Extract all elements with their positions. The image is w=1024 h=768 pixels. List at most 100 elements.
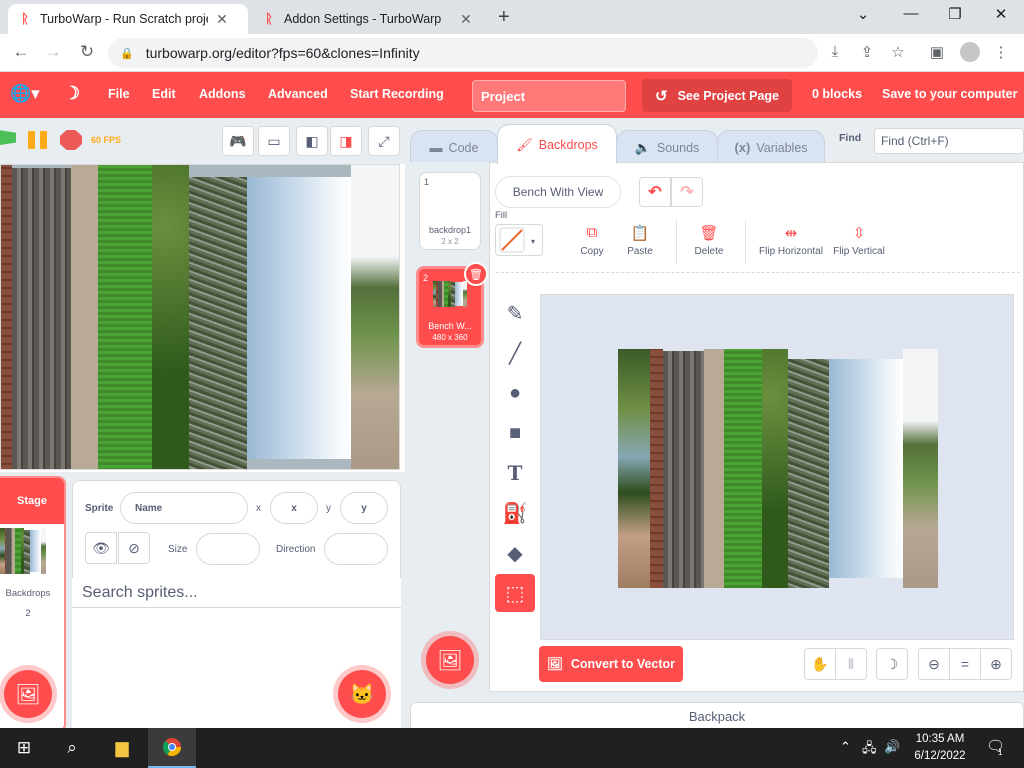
- dark-mode-moon-icon[interactable]: ☽: [876, 648, 908, 680]
- fullscreen-icon[interactable]: ⤢: [368, 126, 400, 156]
- paint-canvas[interactable]: [540, 294, 1014, 640]
- costume-name-input[interactable]: Bench With View: [495, 176, 621, 208]
- show-sprite-eye-icon[interactable]: 👁: [85, 532, 117, 564]
- sprite-x-field[interactable]: x: [270, 492, 318, 524]
- file-explorer-icon[interactable]: ▆: [98, 728, 146, 768]
- menu-save-to-computer[interactable]: Save to your computer: [882, 87, 1017, 101]
- green-flag-icon[interactable]: [0, 130, 16, 146]
- menu-advanced[interactable]: Advanced: [268, 87, 328, 101]
- show-hidden-icons-chevron-icon[interactable]: ⌃: [840, 739, 851, 755]
- choose-backdrop-paint-button[interactable]: 🖼: [426, 636, 474, 684]
- language-globe-icon[interactable]: 🌐▾: [10, 84, 40, 104]
- tab-backdrops[interactable]: 🖌 Backdrops: [497, 124, 617, 164]
- see-project-page-button[interactable]: ↺ See Project Page: [642, 79, 792, 112]
- tab-sounds[interactable]: 🔈 Sounds: [616, 130, 718, 164]
- pause-icon[interactable]: [28, 131, 48, 149]
- volume-icon[interactable]: 🔊: [884, 739, 900, 755]
- undo-icon[interactable]: ↶: [639, 177, 671, 207]
- share-icon[interactable]: ⇪: [856, 43, 878, 61]
- restore-icon[interactable]: ❐: [940, 5, 970, 23]
- flip-horizontal-button[interactable]: ⇹ Flip Horizontal: [756, 224, 826, 257]
- zoom-reset-icon[interactable]: =: [949, 648, 981, 680]
- bookmark-star-icon[interactable]: ☆: [887, 43, 909, 61]
- select-tool-icon[interactable]: ⬚: [495, 574, 535, 612]
- browser-tab-addon-settings[interactable]: ᚱ Addon Settings - TurboWarp ✕: [252, 4, 490, 34]
- fill-label: Fill: [495, 210, 508, 221]
- text-tool-icon[interactable]: T: [495, 454, 535, 492]
- menu-edit[interactable]: Edit: [152, 87, 176, 101]
- theme-moon-icon[interactable]: ☽: [64, 83, 80, 104]
- backdrop-tile[interactable]: 1 backdrop1 2 x 2: [419, 172, 481, 250]
- new-tab-icon[interactable]: +: [498, 6, 510, 29]
- line-tool-icon[interactable]: ╱: [495, 334, 535, 372]
- stage-canvas[interactable]: [0, 164, 400, 470]
- profile-avatar[interactable]: [960, 42, 980, 62]
- size-label: Size: [168, 544, 188, 555]
- sprite-direction-field[interactable]: [324, 533, 388, 565]
- blocks-count: 0 blocks: [812, 87, 863, 101]
- sprite-y-field[interactable]: y: [340, 492, 388, 524]
- choose-backdrop-button[interactable]: 🖼: [4, 670, 52, 718]
- install-app-icon[interactable]: ⤓: [824, 43, 846, 60]
- delete-backdrop-trash-icon[interactable]: 🗑: [464, 262, 488, 286]
- reload-icon[interactable]: ↻: [76, 42, 98, 62]
- close-window-icon[interactable]: ✕: [986, 5, 1016, 23]
- forward-arrow-icon[interactable]: →: [42, 42, 64, 62]
- menu-addons[interactable]: Addons: [199, 87, 246, 101]
- delete-button[interactable]: 🗑 Delete: [690, 224, 728, 257]
- fill-bucket-tool-icon[interactable]: ⛽: [495, 494, 535, 532]
- fill-color-picker[interactable]: ▾: [495, 224, 543, 256]
- close-tab-icon[interactable]: ✕: [458, 11, 474, 28]
- stop-icon[interactable]: [60, 130, 82, 150]
- close-tab-icon[interactable]: ✕: [214, 11, 230, 28]
- tab-search-chevron-icon[interactable]: ⌄: [848, 5, 878, 23]
- menu-file[interactable]: File: [108, 87, 130, 101]
- hide-sprite-eye-slash-icon[interactable]: ⊘: [118, 532, 150, 564]
- redo-icon[interactable]: ↷: [671, 177, 703, 207]
- small-stage-icon[interactable]: ◧: [296, 126, 328, 156]
- flip-vertical-button[interactable]: ⇳ Flip Vertical: [830, 224, 888, 257]
- chrome-taskbar-icon[interactable]: [148, 728, 196, 768]
- choose-sprite-button[interactable]: 🐱: [338, 670, 386, 718]
- chrome-menu-icon[interactable]: ⋮: [990, 43, 1012, 61]
- browser-tab-turbowarp[interactable]: ᚱ TurboWarp - Run Scratch projects ✕: [8, 4, 248, 34]
- turbowarp-favicon-icon: ᚱ: [21, 11, 29, 26]
- windows-start-icon[interactable]: ⊞: [0, 728, 48, 768]
- convert-label: Convert to Vector: [570, 657, 676, 671]
- project-title-input[interactable]: Project: [472, 80, 626, 112]
- zoom-out-icon[interactable]: ⊖: [918, 648, 950, 680]
- brush-tool-icon[interactable]: ✎: [495, 294, 535, 332]
- back-arrow-icon[interactable]: ←: [10, 42, 32, 62]
- zoom-in-icon[interactable]: ⊕: [980, 648, 1012, 680]
- network-icon[interactable]: 🖧: [862, 739, 877, 761]
- sprite-name-field[interactable]: Name: [120, 492, 248, 524]
- menu-start-recording[interactable]: Start Recording: [350, 87, 444, 101]
- find-input[interactable]: Find (Ctrl+F): [874, 128, 1024, 154]
- search-icon[interactable]: ⌕: [48, 728, 96, 768]
- rectangle-tool-icon[interactable]: ■: [495, 414, 535, 452]
- screenshot-icon[interactable]: ▭: [258, 126, 290, 156]
- taskbar-clock[interactable]: 10:35 AM 6/12/2022: [905, 731, 975, 765]
- search-sprites-input[interactable]: Search sprites...: [72, 578, 401, 608]
- stage-selector-header: Stage: [0, 478, 64, 524]
- large-stage-icon[interactable]: ◨: [330, 126, 362, 156]
- sprite-size-field[interactable]: [196, 533, 260, 565]
- side-panel-icon[interactable]: ▣: [926, 43, 948, 61]
- paste-button[interactable]: 📋 Paste: [622, 224, 658, 257]
- toolbar-divider: [745, 220, 746, 264]
- variable-x-icon: (x): [734, 140, 751, 155]
- tab-code[interactable]: ▬ Code: [410, 130, 498, 164]
- eraser-tool-icon[interactable]: ◆: [495, 534, 535, 572]
- center-lines-icon[interactable]: ⦀: [835, 648, 867, 680]
- pan-hand-icon[interactable]: ✋: [804, 648, 836, 680]
- url-omnibox[interactable]: 🔒 turbowarp.org/editor?fps=60&clones=Inf…: [108, 38, 818, 68]
- backpack-header[interactable]: Backpack: [410, 702, 1024, 730]
- x-label: x: [256, 503, 261, 514]
- tab-variables[interactable]: (x) Variables: [717, 130, 825, 164]
- tab-sounds-label: Sounds: [656, 140, 700, 155]
- copy-button[interactable]: ⧉ Copy: [574, 224, 610, 257]
- convert-to-vector-button[interactable]: 🖼 Convert to Vector: [539, 646, 683, 682]
- circle-tool-icon[interactable]: ●: [495, 374, 535, 412]
- minimize-icon[interactable]: —: [896, 5, 926, 22]
- gamepad-icon[interactable]: 🎮: [222, 126, 254, 156]
